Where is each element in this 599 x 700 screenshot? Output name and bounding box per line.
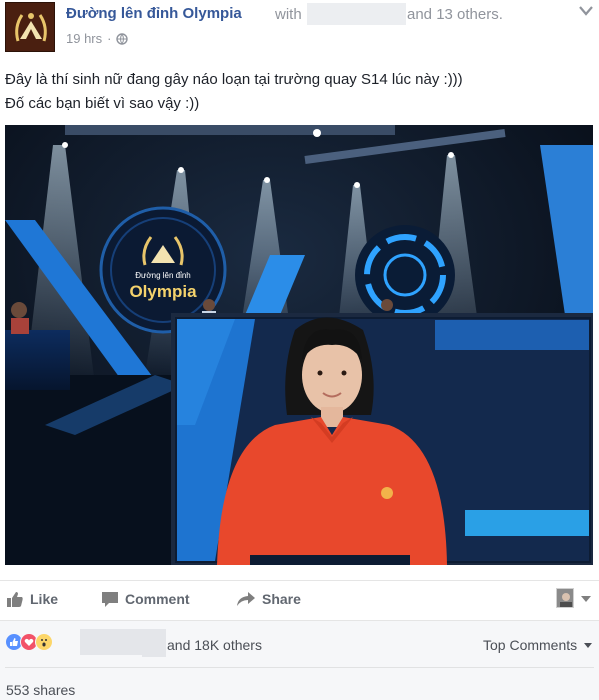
- post-photo[interactable]: Đường lên đỉnh Olympia: [5, 125, 593, 565]
- viewer-avatar[interactable]: [556, 588, 574, 608]
- redacted-tagged-user: [307, 3, 406, 25]
- like-label: Like: [30, 591, 59, 607]
- page-avatar[interactable]: [5, 2, 55, 52]
- tagged-others-link[interactable]: and 13 others.: [407, 6, 503, 23]
- top-comments-label: Top Comments: [483, 637, 578, 653]
- reaction-count-link[interactable]: and 18K others: [167, 637, 262, 653]
- post-header: Đường lên đỉnh Olympia with and 13 other…: [0, 0, 599, 60]
- logo-small-text: Đường lên đỉnh: [135, 271, 191, 280]
- share-button[interactable]: Share: [236, 590, 301, 608]
- page-name-link[interactable]: Đường lên đỉnh Olympia: [66, 5, 242, 22]
- divider: [0, 580, 599, 581]
- meta-separator: ·: [107, 31, 112, 46]
- studio-photo-illustration: Đường lên đỉnh Olympia: [5, 125, 593, 565]
- comment-icon: [102, 592, 118, 607]
- post-text: Đây là thí sinh nữ đang gây náo loạn tại…: [5, 68, 585, 116]
- reactions-bar: and 18K others Top Comments 553 shares: [0, 620, 599, 700]
- post-meta: 19 hrs ·: [66, 31, 129, 46]
- comment-button[interactable]: Comment: [101, 590, 190, 608]
- timestamp-link[interactable]: 19 hrs: [66, 31, 102, 46]
- caret-down-icon: [584, 643, 593, 649]
- post-text-line-1: Đây là thí sinh nữ đang gây náo loạn tại…: [5, 71, 463, 88]
- share-arrow-icon: [237, 592, 255, 606]
- wow-icon: [35, 633, 53, 651]
- caret-down-icon[interactable]: [580, 595, 592, 603]
- post-action-bar: Like Comment Share: [0, 582, 599, 618]
- logo-brand-text: Olympia: [129, 282, 197, 301]
- chevron-down-icon[interactable]: [577, 4, 595, 18]
- top-comments-dropdown[interactable]: Top Comments: [483, 637, 593, 653]
- share-label: Share: [262, 591, 301, 607]
- globe-icon[interactable]: [116, 32, 129, 45]
- like-button[interactable]: Like: [6, 590, 58, 608]
- comment-label: Comment: [125, 591, 190, 607]
- redacted-reactor-names-tail: [142, 651, 166, 657]
- reaction-icons[interactable]: [5, 633, 53, 651]
- laurel-logo-icon: [6, 3, 54, 51]
- shares-count-link[interactable]: 553 shares: [6, 682, 75, 698]
- divider: [5, 667, 594, 668]
- post-text-line-2: Đố các bạn biết vì sao vậy :)): [5, 95, 200, 112]
- with-label: with: [275, 6, 302, 23]
- viewer-photo-icon: [557, 589, 573, 607]
- thumbs-up-icon: [7, 592, 23, 607]
